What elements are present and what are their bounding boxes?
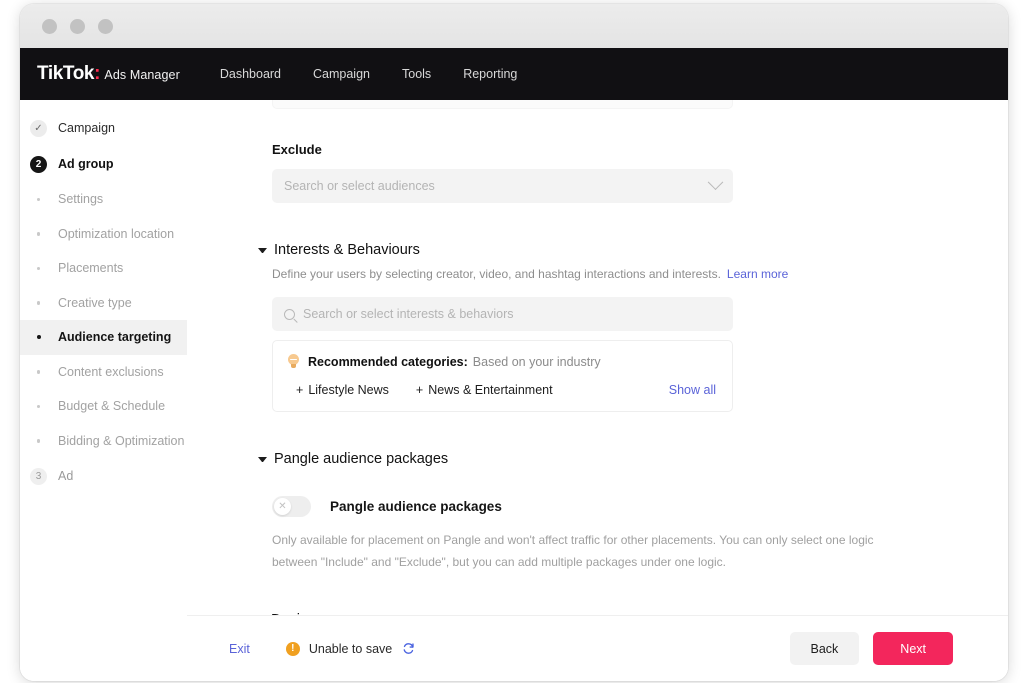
nav-link-dashboard[interactable]: Dashboard (220, 67, 281, 81)
nav-link-campaign[interactable]: Campaign (313, 67, 370, 81)
bullet-icon (30, 301, 47, 305)
step-number-badge: 2 (30, 155, 47, 173)
learn-more-link[interactable]: Learn more (727, 267, 788, 281)
next-button[interactable]: Next (873, 632, 953, 665)
form-footer-bar: Exit ! Unable to save Back Next (187, 615, 1008, 681)
sidebar-item-label: Optimization location (58, 226, 175, 241)
sidebar-item-bidding-optimization[interactable]: Bidding & Optimization (20, 424, 187, 459)
close-window-icon[interactable] (42, 18, 57, 34)
recommended-chip-row: + Lifestyle News + News & Entertainment Sh… (287, 383, 716, 397)
nav-link-reporting[interactable]: Reporting (463, 67, 517, 81)
search-icon (284, 308, 295, 320)
plus-icon: + (296, 383, 304, 397)
back-button[interactable]: Back (789, 632, 860, 665)
app-body: ✓ Campaign 2 Ad group Settings Optimizat… (20, 100, 1008, 681)
category-chip-label: News & Entertainment (428, 383, 553, 397)
brand-logo[interactable]: TikTok: Ads Manager (37, 63, 180, 85)
maximize-window-icon[interactable] (98, 18, 113, 34)
browser-window: TikTok: Ads Manager Dashboard Campaign T… (20, 4, 1008, 681)
pangle-note: Only available for placement on Pangle a… (272, 533, 874, 570)
bullet-icon (30, 335, 47, 340)
warning-icon: ! (285, 641, 300, 656)
save-status: ! Unable to save (285, 641, 415, 656)
sidebar-item-label: Content exclusions (58, 364, 164, 379)
check-icon: ✓ (30, 119, 47, 137)
lightbulb-icon (287, 354, 300, 370)
sidebar-item-placements[interactable]: Placements (20, 251, 187, 286)
chevron-down-icon (258, 247, 267, 253)
sidebar-item-audience-targeting[interactable]: Audience targeting (20, 320, 187, 355)
interests-section-header[interactable]: Interests & Behaviours (258, 242, 953, 258)
recommended-sublabel: Based on your industry (472, 355, 601, 369)
window-titlebar (20, 4, 1008, 48)
sidebar-step-ad-group[interactable]: 2 Ad group (20, 146, 187, 182)
footer-actions: Back Next (789, 632, 953, 665)
sidebar-item-optimization-location[interactable]: Optimization location (20, 217, 187, 252)
sidebar-step-campaign[interactable]: ✓ Campaign (20, 110, 187, 146)
exclude-placeholder: Search or select audiences (284, 179, 435, 193)
bullet-icon (30, 404, 47, 408)
recommended-categories-card: Recommended categories: Based on your in… (272, 340, 733, 412)
exclude-label: Exclude (272, 142, 322, 157)
sidebar-step-label: Campaign (58, 121, 115, 135)
category-chip-news-entertainment[interactable]: + News & Entertainment (416, 383, 553, 397)
category-chip-lifestyle-news[interactable]: + Lifestyle News (296, 383, 389, 397)
sidebar-item-settings[interactable]: Settings (20, 182, 187, 217)
sidebar-step-label: Ad group (58, 157, 114, 171)
toggle-knob-close-icon: ✕ (274, 498, 291, 515)
brand-subtitle: Ads Manager (104, 68, 180, 82)
plus-icon: + (415, 383, 424, 397)
nav-link-tools[interactable]: Tools (402, 67, 431, 81)
interests-search-input[interactable]: Search or select interests & behaviors (272, 297, 733, 331)
refresh-icon[interactable] (402, 642, 415, 655)
sidebar-item-label: Placements (58, 261, 124, 276)
interests-section-title: Interests & Behaviours (274, 242, 420, 258)
sidebar-step-ad[interactable]: 3 Ad (20, 458, 187, 494)
sidebar-item-label: Settings (58, 192, 104, 207)
sidebar-item-label: Budget & Schedule (58, 399, 166, 414)
sidebar-item-budget-schedule[interactable]: Budget & Schedule (20, 389, 187, 424)
sidebar-step-label: Ad (58, 469, 74, 483)
main-content: Exclude Search or select audiences Inter… (187, 100, 1008, 681)
pangle-toggle-switch[interactable]: ✕ (272, 496, 311, 517)
exclude-audiences-select[interactable]: Search or select audiences (272, 169, 733, 203)
pangle-section-header[interactable]: Pangle audience packages (258, 451, 953, 467)
bullet-icon (30, 197, 47, 201)
sidebar-item-label: Bidding & Optimization (58, 433, 185, 448)
sidebar-item-content-exclusions[interactable]: Content exclusions (20, 355, 187, 390)
step-number-badge: 3 (30, 467, 47, 485)
bullet-icon (30, 266, 47, 270)
interests-description: Define your users by selecting creator, … (272, 267, 953, 281)
bullet-icon (30, 232, 47, 236)
bullet-icon (30, 439, 47, 443)
brand-colon: : (94, 63, 101, 84)
chevron-down-icon (258, 456, 267, 462)
category-chip-label: Lifestyle News (308, 383, 389, 397)
interests-search-placeholder: Search or select interests & behaviors (303, 307, 514, 321)
sidebar-item-creative-type[interactable]: Creative type (20, 286, 187, 321)
recommended-label: Recommended categories: (308, 355, 468, 369)
recommended-header: Recommended categories: Based on your in… (287, 354, 716, 370)
brand-logo-text: TikTok (37, 63, 95, 84)
partial-field-above (272, 100, 733, 109)
chevron-down-icon (707, 173, 724, 190)
sidebar-item-label: Creative type (58, 295, 132, 310)
form-scroll-area: Exclude Search or select audiences Inter… (187, 100, 1008, 615)
pangle-toggle-row: ✕ Pangle audience packages (272, 496, 953, 517)
pangle-toggle-label: Pangle audience packages (330, 499, 502, 514)
save-status-text: Unable to save (308, 641, 393, 656)
sidebar-item-label: Audience targeting (58, 330, 172, 345)
top-navigation-bar: TikTok: Ads Manager Dashboard Campaign T… (20, 48, 1008, 100)
sidebar-steps: ✓ Campaign 2 Ad group Settings Optimizat… (20, 100, 187, 681)
pangle-section-title: Pangle audience packages (274, 451, 449, 467)
exit-link[interactable]: Exit (229, 642, 250, 656)
bullet-icon (30, 370, 47, 374)
show-all-link[interactable]: Show all (669, 383, 716, 397)
interests-description-text: Define your users by selecting creator, … (272, 267, 721, 281)
minimize-window-icon[interactable] (70, 18, 85, 34)
